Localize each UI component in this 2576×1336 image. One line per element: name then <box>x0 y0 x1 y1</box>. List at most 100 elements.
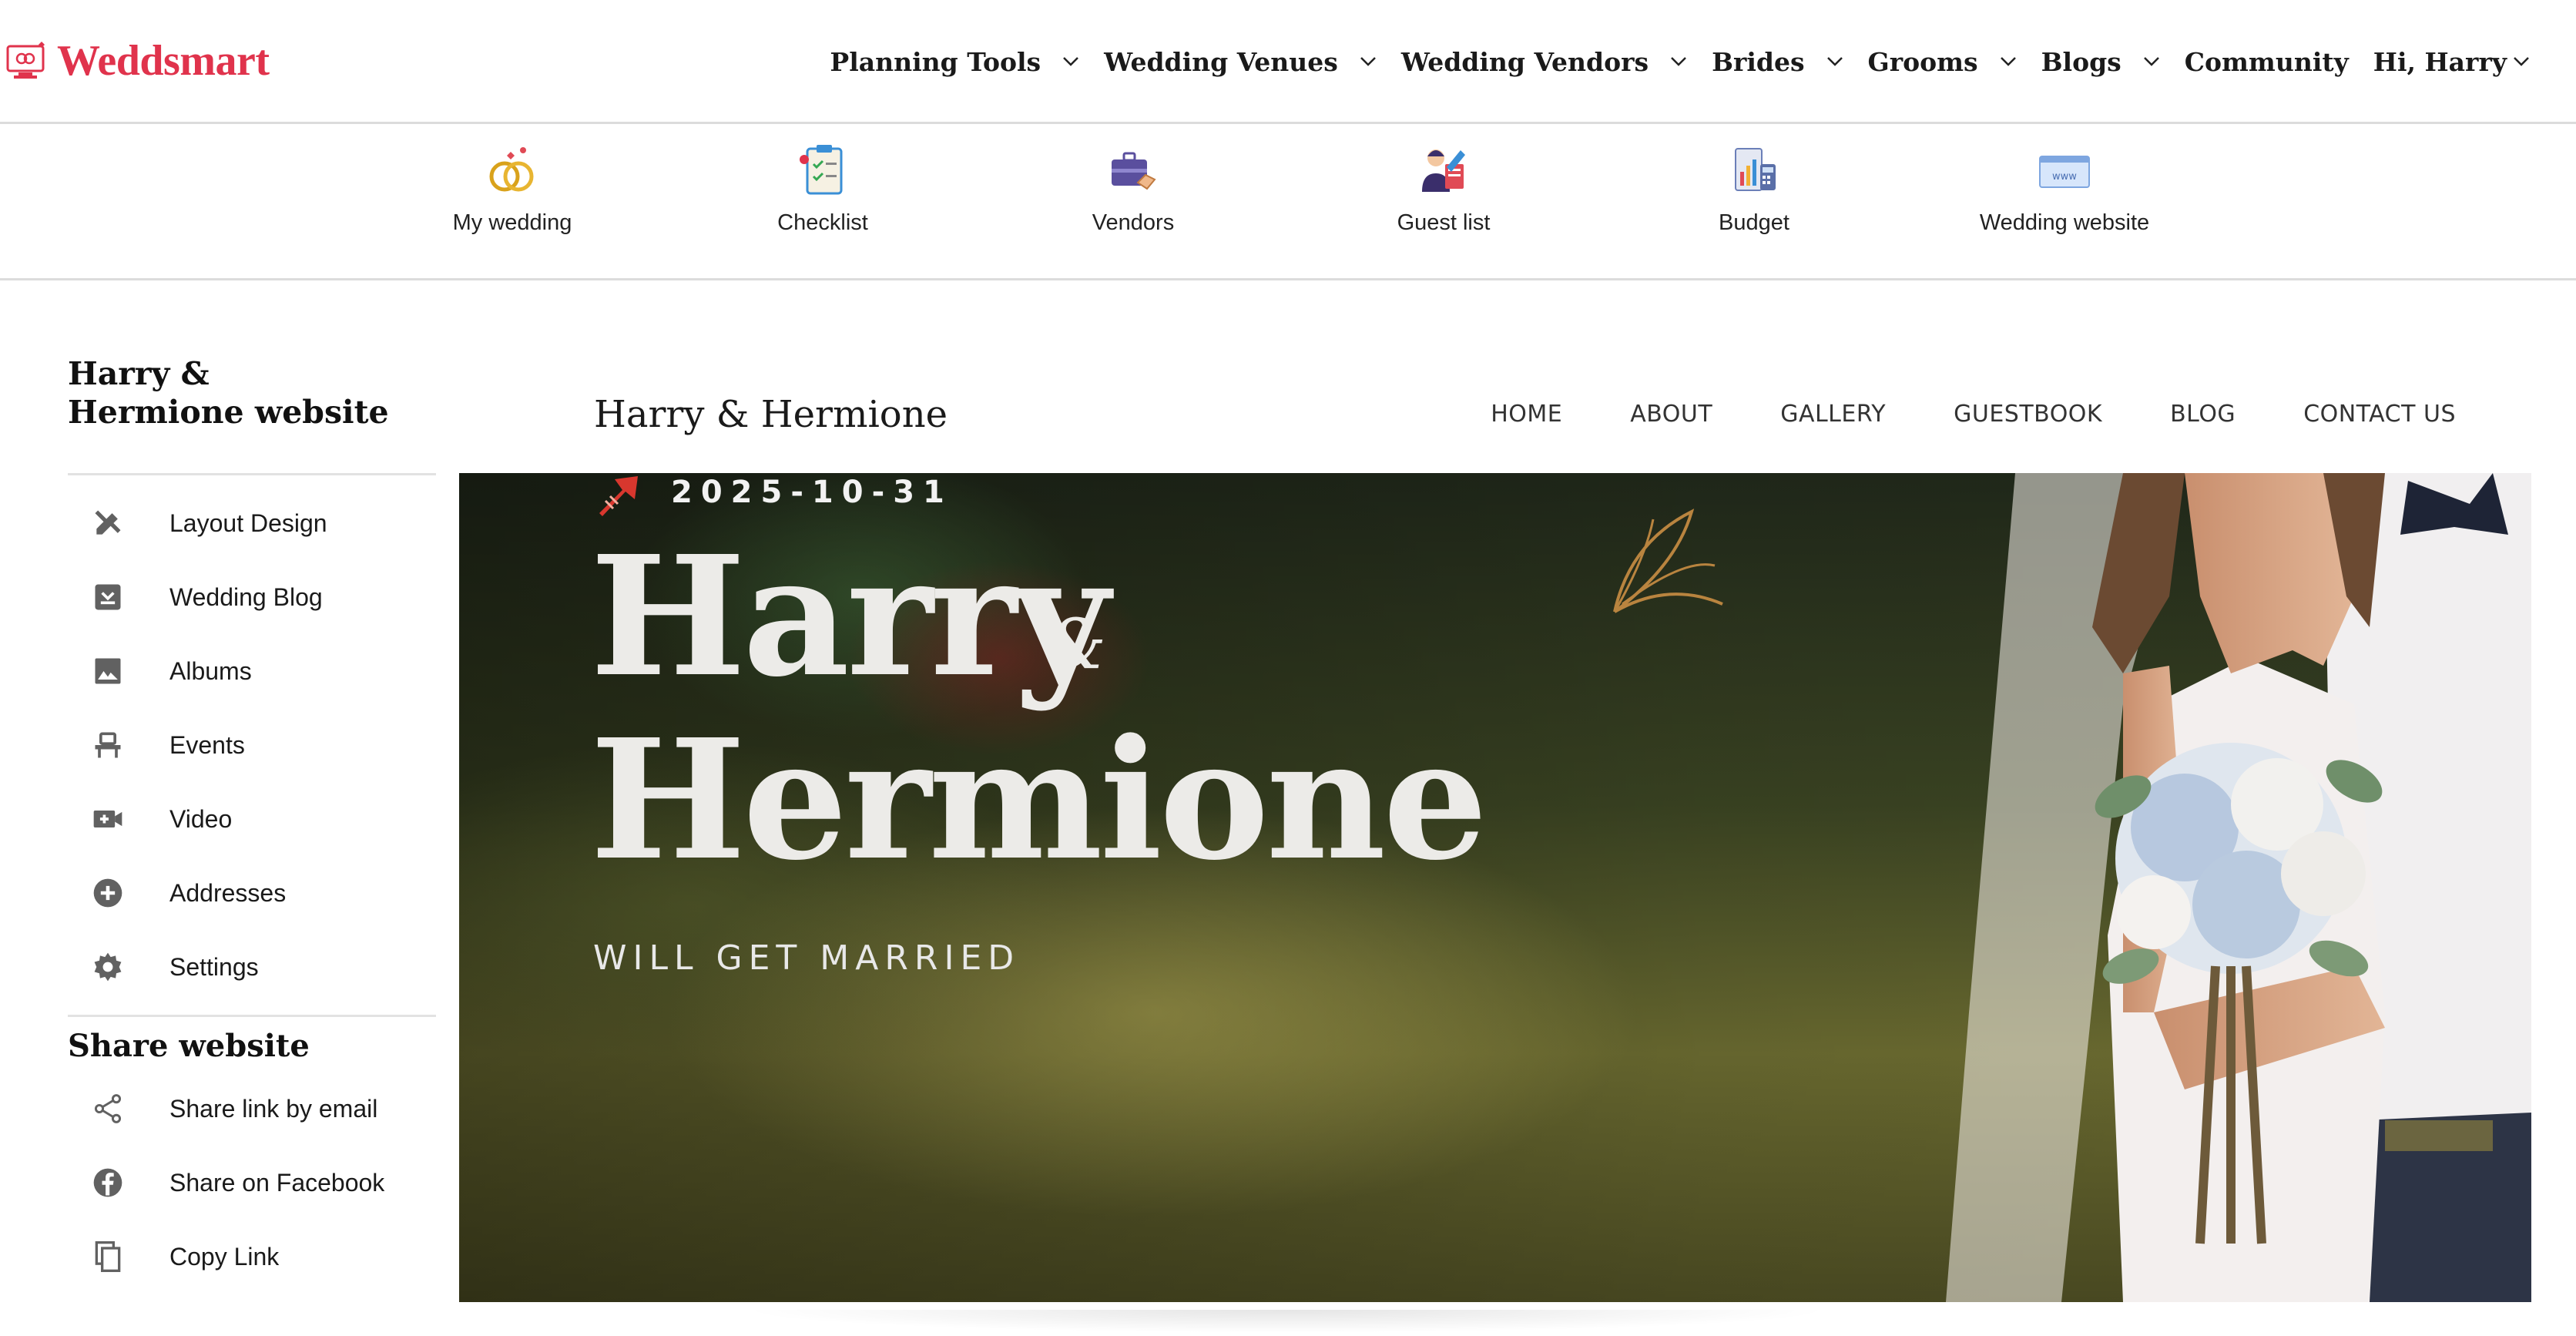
site-link-home[interactable]: HOME <box>1491 401 1562 428</box>
tool-wedding-website[interactable]: www Wedding website <box>1949 141 2180 236</box>
checklist-icon <box>800 145 843 195</box>
tool-vendors[interactable]: Vendors <box>1018 141 1249 236</box>
rings-icon <box>489 147 534 192</box>
chevron-down-icon <box>1063 57 1078 66</box>
design-tools-icon <box>95 510 121 535</box>
brand-logo[interactable]: Weddsmart <box>5 34 270 88</box>
tool-my-wedding[interactable]: My wedding <box>397 141 628 236</box>
leaf-ornament-icon <box>1613 509 1723 613</box>
site-link-about[interactable]: ABOUT <box>1630 401 1712 428</box>
bow-arrow-icon <box>599 476 638 516</box>
hero-name-second: Hermione <box>590 703 1488 897</box>
share-item-label: Copy Link <box>169 1242 280 1271</box>
wedding-date: 2025-10-31 <box>671 475 953 510</box>
nav-community[interactable]: Community <box>2185 47 2349 77</box>
sidebar-item-layout-design[interactable]: Layout Design <box>68 486 436 560</box>
tool-label: My wedding <box>452 210 572 235</box>
nav-label: Hi, Harry <box>2373 46 2507 77</box>
divider <box>68 1015 436 1017</box>
chevron-down-icon <box>2514 57 2529 66</box>
website-sidebar: Harry & Hermione website Layout Design W… <box>68 354 436 1304</box>
nav-label: Brides <box>1712 46 1805 77</box>
share-item-label: Share link by email <box>169 1094 378 1123</box>
logo-icon <box>6 42 45 79</box>
nav-label: Planning Tools <box>830 46 1041 77</box>
chevron-down-icon <box>1360 57 1376 66</box>
nav-label: Community <box>2184 46 2349 77</box>
site-link-gallery[interactable]: GALLERY <box>1780 401 1886 428</box>
guest-list-icon <box>1422 149 1465 192</box>
share-by-email[interactable]: Share link by email <box>68 1072 436 1146</box>
website-nav: HOME ABOUT GALLERY GUESTBOOK BLOG CONTAC… <box>1423 401 2456 428</box>
nav-brides[interactable]: Brides <box>1712 47 1843 77</box>
copy-icon <box>95 1241 121 1272</box>
nav-label: Wedding Venues <box>1104 46 1338 77</box>
site-link-guestbook[interactable]: GUESTBOOK <box>1954 401 2102 428</box>
tool-label: Checklist <box>777 210 868 235</box>
nav-planning-tools[interactable]: Planning Tools <box>830 47 1079 77</box>
sidebar-item-label: Wedding Blog <box>169 582 323 611</box>
tool-checklist[interactable]: Checklist <box>707 141 938 236</box>
sidebar-item-addresses[interactable]: Addresses <box>68 856 436 930</box>
budget-icon <box>1735 148 1776 191</box>
hero-ampersand: & <box>1045 604 1107 685</box>
sidebar-item-label: Events <box>169 730 245 759</box>
tool-guest-list[interactable]: Guest list <box>1328 141 1559 236</box>
nav-wedding-vendors[interactable]: Wedding Vendors <box>1401 47 1687 77</box>
share-menu: Share link by email Share on Facebook Co… <box>68 1072 436 1304</box>
sidebar-item-label: Settings <box>169 952 259 981</box>
event-icon <box>95 732 121 758</box>
sidebar-item-wedding-blog[interactable]: Wedding Blog <box>68 560 436 634</box>
video-icon <box>93 811 122 827</box>
main-nav: Planning Tools Wedding Venues Wedding Ve… <box>805 39 2530 85</box>
tool-budget[interactable]: Budget <box>1639 141 1870 236</box>
share-icon <box>94 1094 122 1123</box>
nav-grooms[interactable]: Grooms <box>1868 47 2017 77</box>
share-on-facebook[interactable]: Share on Facebook <box>68 1146 436 1220</box>
brand-name: Weddsmart <box>57 37 270 85</box>
sidebar-item-albums[interactable]: Albums <box>68 634 436 708</box>
tool-label: Wedding website <box>1979 210 2150 235</box>
couple-photo <box>1946 473 2531 1302</box>
gear-icon <box>94 952 122 982</box>
chevron-down-icon <box>1671 57 1686 66</box>
add-circle-icon <box>93 878 122 908</box>
sidebar-item-label: Addresses <box>169 878 287 907</box>
chevron-down-icon <box>2143 57 2159 66</box>
share-section-title: Share website <box>68 1028 310 1064</box>
nav-blogs[interactable]: Blogs <box>2041 47 2160 77</box>
tool-label: Budget <box>1719 210 1789 235</box>
tool-label: Guest list <box>1397 210 1491 235</box>
blog-icon <box>95 584 121 610</box>
nav-label: Blogs <box>2041 46 2122 77</box>
website-icon: www <box>2039 156 2090 188</box>
nav-wedding-venues[interactable]: Wedding Venues <box>1104 47 1377 77</box>
tool-label: Vendors <box>1092 210 1175 235</box>
chevron-down-icon <box>2000 57 2016 66</box>
vendors-icon <box>1112 152 1156 190</box>
facebook-icon <box>93 1168 122 1197</box>
sidebar-item-label: Video <box>169 804 233 833</box>
website-logo-text[interactable]: Harry & Hermione <box>594 393 948 436</box>
nav-label: Grooms <box>1867 46 1978 77</box>
website-hero-banner: 2025-10-31 Harry & Hermione WILL GET MAR… <box>459 473 2531 1302</box>
sidebar-title: Harry & Hermione website <box>68 355 389 431</box>
hero-bottom-shadow <box>740 1310 1833 1333</box>
image-icon <box>95 658 121 684</box>
copy-link[interactable]: Copy Link <box>68 1220 436 1294</box>
site-link-contact-us[interactable]: CONTACT US <box>2303 401 2456 428</box>
sidebar-item-events[interactable]: Events <box>68 708 436 782</box>
chevron-down-icon <box>1826 57 1843 66</box>
sidebar-menu: Layout Design Wedding Blog Albums Events… <box>68 475 436 1015</box>
website-preview-header: Harry & Hermione HOME ABOUT GALLERY GUES… <box>459 370 2531 470</box>
planning-tools-strip: My wedding Checklist Vendors Guest list … <box>0 124 2576 280</box>
top-navigation-bar: Weddsmart Planning Tools Wedding Venues … <box>0 0 2576 124</box>
hero-tagline: WILL GET MARRIED <box>593 938 1021 978</box>
site-link-blog[interactable]: BLOG <box>2170 401 2236 428</box>
nav-user-menu[interactable]: Hi, Harry <box>2373 47 2530 77</box>
sidebar-item-settings[interactable]: Settings <box>68 930 436 1004</box>
svg-text:www: www <box>2052 171 2077 183</box>
sidebar-item-video[interactable]: Video <box>68 782 436 856</box>
hero-name-first: Harry <box>590 520 1110 713</box>
nav-label: Wedding Vendors <box>1400 46 1649 77</box>
